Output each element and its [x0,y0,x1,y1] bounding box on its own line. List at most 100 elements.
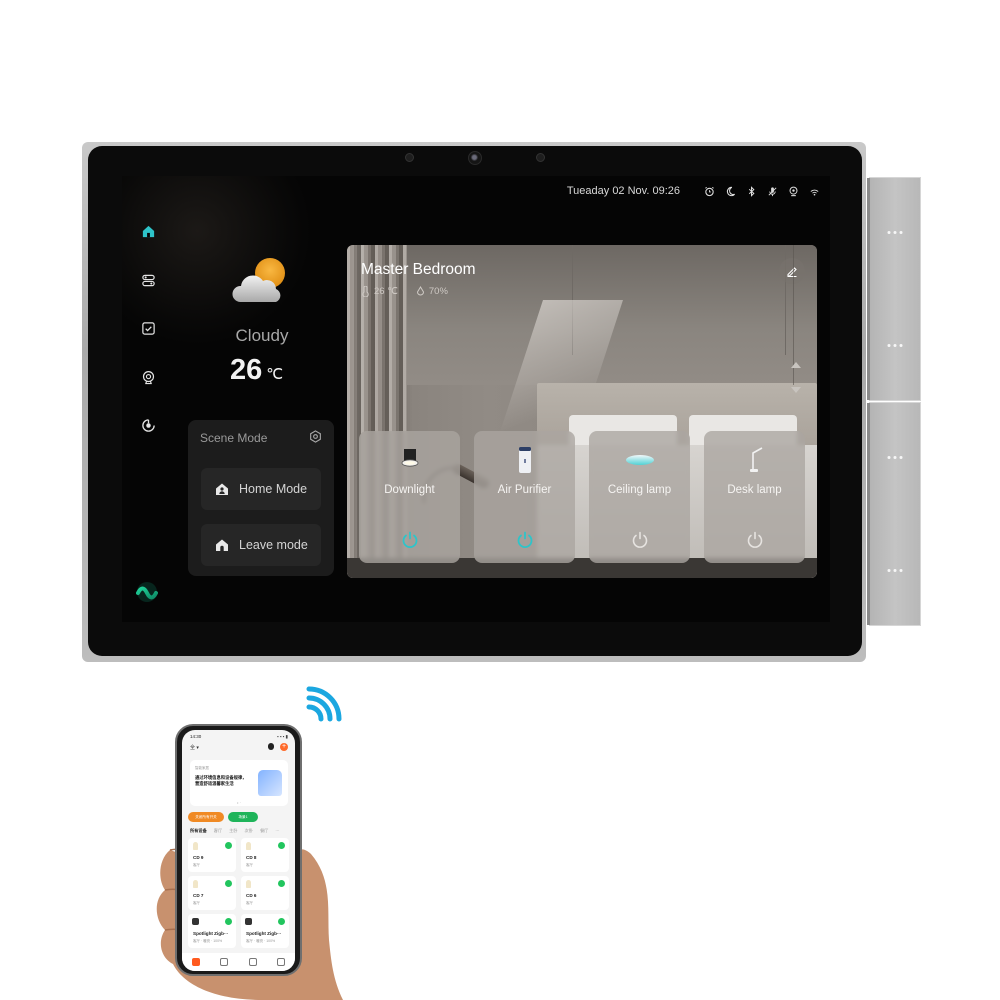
phone-device-card[interactable]: CD 7 客厅 [188,876,236,910]
nav-smart-icon[interactable] [248,958,257,966]
bluetooth-icon[interactable] [746,185,757,197]
phone-tab[interactable]: 次卧 [245,828,253,834]
sidebar-item-music[interactable] [140,417,156,433]
scene-settings-icon[interactable] [309,430,322,443]
phone-mic-icon[interactable] [268,743,274,750]
phone-bottom-nav [182,953,295,971]
device-room: 客厅 [193,863,200,867]
sidebar-item-camera[interactable] [140,369,156,385]
weather-temperature: 26 ℃ [230,354,283,387]
room-temperature: 26 ℃ [374,286,398,297]
power-on-icon[interactable] [278,842,285,849]
indicator-dots [887,569,903,572]
phone-device-card[interactable]: Spotlight Zigb··· 客厅 · 暖亮 · 100% [188,914,236,948]
sidebar-item-devices[interactable] [140,272,156,288]
spotlight-icon [245,918,252,925]
nav-home-icon[interactable] [192,958,201,966]
power-on-icon[interactable] [225,880,232,887]
phone-device-card[interactable]: CD 6 客厅 [241,876,289,910]
leave-mode-button[interactable]: Leave mode [201,524,321,566]
brand-logo-icon[interactable] [136,581,158,603]
nav-scene-icon[interactable] [220,958,229,966]
phone-chip-scene[interactable]: 场景1 [228,812,258,822]
phone-device-card[interactable]: Spotlight Zigb··· 客厅 · 暖亮 · 100% [241,914,289,948]
power-on-icon[interactable] [516,531,534,549]
phone-tab[interactable]: 所有设备 [190,828,207,834]
phone-status-icons: ▪ ▪ ▪ ▮ [276,734,288,739]
room-humidity: 70% [428,286,448,297]
power-on-icon[interactable] [225,842,232,849]
home-icon [142,225,154,237]
device-label: Downlight [384,484,435,496]
device-name: CD 8 [246,855,257,860]
device-name: Spotlight Zigb··· [246,931,282,936]
moon-icon[interactable] [725,186,736,197]
scene-mode-card: Scene Mode Home Mode Leave mode [188,420,334,576]
indicator-dots [887,231,903,234]
room-panel: Master Bedroom 26 ℃ 70% Downlight Air Pu… [347,245,817,578]
pencil-icon [787,267,797,277]
device-name: CD 9 [193,855,204,860]
phone-home-selector[interactable]: 全 ▾ [190,744,199,751]
power-on-icon[interactable] [401,531,419,549]
device-room: 客厅 [193,901,200,905]
device-card-ceiling-lamp[interactable]: Ceiling lamp [589,431,690,563]
edit-room-button[interactable] [779,258,805,284]
device-room: 客厅 [246,901,253,905]
wifi-icon[interactable] [809,186,820,197]
scroll-down-arrow-icon[interactable] [791,387,801,393]
device-card-air-purifier[interactable]: Air Purifier [474,431,575,563]
alarm-icon[interactable] [704,186,715,197]
phone-app-screen: 14:30 ▪ ▪ ▪ ▮ 全 ▾ + 智能家居 通过环境信息和设备规律，营造舒… [182,730,295,971]
sidebar-item-scenes[interactable] [140,320,156,336]
wireless-signal-icon [306,686,342,722]
switch-edge [867,178,870,400]
bulb-icon [193,880,198,888]
checkbox-icon [141,321,155,335]
home-mode-button[interactable]: Home Mode [201,468,321,510]
datetime-text: Tueaday 02 Nov. 09:26 [566,185,680,197]
device-card-downlight[interactable]: Downlight [359,431,460,563]
scene-mode-title: Scene Mode [200,431,268,445]
phone-chip-all-off[interactable]: 关闭所有开关 [188,812,224,822]
nav-profile-icon[interactable] [276,958,285,966]
physical-switch-lower[interactable] [867,402,921,626]
leave-mode-label: Leave mode [239,538,308,552]
physical-switch-upper[interactable] [867,177,921,401]
phone-device-card[interactable]: CD 8 客厅 [241,838,289,872]
sensor-dot-left [405,153,414,162]
indicator-dots [887,456,903,459]
speaker-icon[interactable] [788,186,799,197]
power-on-icon[interactable] [278,880,285,887]
power-off-icon[interactable] [631,531,649,549]
music-disc-icon [141,418,155,432]
mic-off-icon[interactable] [767,186,778,197]
phone-banner[interactable]: 智能家居 通过环境信息和设备规律，营造舒适温馨家生活 • · [190,760,288,806]
phone-tab-more[interactable]: ··· [275,828,279,834]
phone-add-icon[interactable]: + [280,743,288,751]
scroll-up-arrow-icon[interactable] [791,362,801,368]
sensor-dot-right [536,153,545,162]
touch-screen: Tueaday 02 Nov. 09:26 Cloudy 26 ℃ Scene … [122,176,830,622]
spotlight-icon [192,918,199,925]
phone-tab[interactable]: 主卧 [229,828,237,834]
sidebar-item-home[interactable] [140,223,156,239]
device-label: Air Purifier [497,484,552,496]
temperature-unit: ℃ [266,366,284,383]
device-card-desk-lamp[interactable]: Desk lamp [704,431,805,563]
device-label: Desk lamp [727,484,782,496]
power-off-icon[interactable] [746,531,764,549]
home-lock-icon [216,539,228,551]
camera-lens [468,151,482,165]
switch-edge [867,403,870,625]
weather-condition: Cloudy [235,326,289,345]
partly-cloudy-icon [230,256,294,308]
banner-pager: • · [237,800,241,805]
phone-tab[interactable]: 客厅 [214,828,222,834]
phone-tab[interactable]: 餐厅 [260,828,268,834]
power-on-icon[interactable] [225,918,232,925]
house-art-icon [258,770,282,796]
power-on-icon[interactable] [278,918,285,925]
camera-icon [142,370,154,384]
phone-device-card[interactable]: CD 9 客厅 [188,838,236,872]
